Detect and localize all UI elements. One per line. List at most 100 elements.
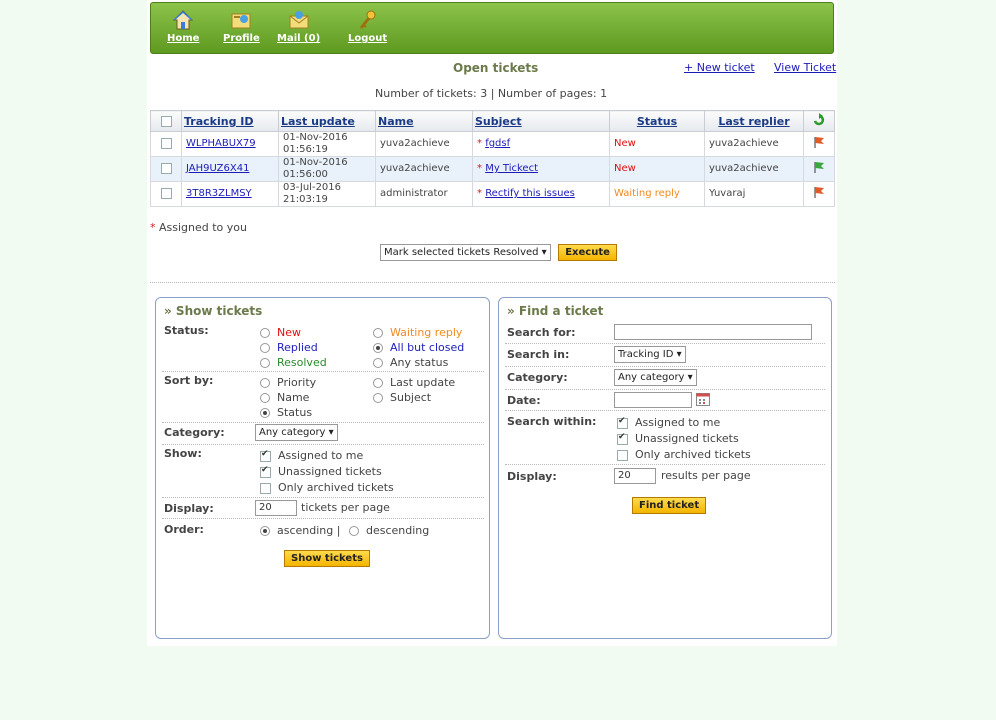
status-all-but-closed-option[interactable]: All but closed <box>373 341 464 354</box>
category-label: Category: <box>164 426 225 439</box>
status-waiting-option[interactable]: Waiting reply <box>373 326 462 339</box>
subject-link[interactable]: My Tickect <box>485 163 538 174</box>
sort-priority-option[interactable]: Priority <box>260 376 316 389</box>
last-update-time: 21:03:19 <box>283 194 328 205</box>
col-name[interactable]: Name <box>375 110 473 132</box>
key-icon <box>359 10 376 29</box>
find-ticket-title: » Find a ticket <box>507 304 604 318</box>
within-unassigned-checkbox[interactable] <box>617 432 628 445</box>
col-last-replier[interactable]: Last replier <box>704 110 804 132</box>
select-all-checkbox[interactable] <box>160 116 172 127</box>
status-new-radio[interactable] <box>260 328 270 338</box>
within-archived-option[interactable]: Only archived tickets <box>617 448 751 461</box>
nav-home[interactable]: Home <box>167 9 199 44</box>
sort-name-radio[interactable] <box>260 393 270 403</box>
col-subject[interactable]: Subject <box>472 110 610 132</box>
col-tracking-id[interactable]: Tracking ID <box>181 110 279 132</box>
view-ticket-link[interactable]: View Ticket <box>774 61 836 74</box>
divider <box>162 371 484 372</box>
category-select[interactable]: Any category ▾ <box>255 424 338 441</box>
sort-last-update-option[interactable]: Last update <box>373 376 455 389</box>
date-input[interactable] <box>614 392 692 408</box>
status-any-option[interactable]: Any status <box>373 356 448 369</box>
row-checkbox[interactable] <box>160 162 172 174</box>
display-count-input[interactable]: 20 <box>255 500 297 516</box>
status-replied-option[interactable]: Replied <box>260 341 318 354</box>
search-in-select[interactable]: Tracking ID ▾ <box>614 346 686 363</box>
show-unassigned-checkbox[interactable] <box>260 465 271 478</box>
sort-last-update-radio[interactable] <box>373 378 383 388</box>
assigned-star: * <box>477 163 482 174</box>
show-assigned-checkbox[interactable] <box>260 449 271 462</box>
nav-mail-label: Mail (0) <box>277 33 321 44</box>
find-display-input[interactable]: 20 <box>614 468 656 484</box>
row-checkbox[interactable] <box>160 187 172 199</box>
col-status[interactable]: Status <box>609 110 705 132</box>
flag-icon <box>814 187 824 198</box>
search-input[interactable] <box>614 324 812 340</box>
nav-mail[interactable]: Mail (0) <box>277 9 320 44</box>
status-resolved-option[interactable]: Resolved <box>260 356 327 369</box>
status-new-option[interactable]: New <box>260 326 301 339</box>
table-row[interactable]: WLPHABUX79 01-Nov-2016 01:56:19 yuva2achi… <box>150 131 835 157</box>
calendar-icon[interactable] <box>696 393 710 406</box>
status-any-radio[interactable] <box>373 358 383 368</box>
within-unassigned-label: Unassigned tickets <box>635 432 739 445</box>
status-waiting-radio[interactable] <box>373 328 383 338</box>
select-all-header[interactable] <box>150 110 182 132</box>
sort-subject-label: Subject <box>390 391 432 404</box>
nav-logout[interactable]: Logout <box>348 9 387 44</box>
table-row[interactable]: 3T8R3ZLMSY 03-Jul-2016 21:03:19 administr… <box>150 181 835 207</box>
bulk-action-select[interactable]: Mark selected tickets Resolved ▾ <box>380 244 551 261</box>
tracking-id-link[interactable]: WLPHABUX79 <box>186 138 256 149</box>
sort-subject-radio[interactable] <box>373 393 383 403</box>
tracking-id-link[interactable]: 3T8R3ZLMSY <box>186 188 252 199</box>
flag-icon <box>814 137 824 148</box>
show-tickets-button[interactable]: Show tickets <box>284 550 370 567</box>
order-asc-radio[interactable] <box>260 526 270 536</box>
last-update-time: 01:56:19 <box>283 144 328 155</box>
search-for-label: Search for: <box>507 326 576 339</box>
divider <box>505 410 825 411</box>
show-assigned-option[interactable]: Assigned to me <box>260 449 363 462</box>
refresh-header[interactable] <box>803 110 835 132</box>
find-ticket-button[interactable]: Find ticket <box>632 497 707 514</box>
divider <box>162 444 484 445</box>
within-unassigned-option[interactable]: Unassigned tickets <box>617 432 739 445</box>
refresh-icon[interactable] <box>812 112 826 127</box>
status-all-but-closed-radio[interactable] <box>373 343 383 353</box>
status-replied-radio[interactable] <box>260 343 270 353</box>
find-category-select[interactable]: Any category ▾ <box>614 369 697 386</box>
divider <box>162 422 484 423</box>
within-assigned-option[interactable]: Assigned to me <box>617 416 720 429</box>
subject-link[interactable]: fgdsf <box>485 138 510 149</box>
order-asc-option[interactable]: ascending | <box>260 524 340 537</box>
display-suffix: tickets per page <box>301 501 390 514</box>
tickets-table: Tracking ID Last update Name Subject Sta… <box>150 110 835 207</box>
col-last-update[interactable]: Last update <box>278 110 376 132</box>
within-archived-checkbox[interactable] <box>617 449 628 461</box>
tracking-id-link[interactable]: JAH9UZ6X41 <box>186 163 249 174</box>
sort-label: Sort by: <box>164 374 214 387</box>
order-desc-option[interactable]: descending <box>349 524 429 537</box>
nav-profile[interactable]: Profile <box>223 9 260 44</box>
sort-subject-option[interactable]: Subject <box>373 391 431 404</box>
new-ticket-link[interactable]: + New ticket <box>684 61 755 74</box>
row-checkbox[interactable] <box>160 137 172 149</box>
subject-link[interactable]: Rectify this issues <box>485 188 575 199</box>
within-assigned-checkbox[interactable] <box>617 416 628 429</box>
sort-status-radio[interactable] <box>260 408 270 418</box>
execute-button[interactable]: Execute <box>558 244 617 261</box>
sort-status-option[interactable]: Status <box>260 406 312 419</box>
show-archived-option[interactable]: Only archived tickets <box>260 481 394 494</box>
show-archived-checkbox[interactable] <box>260 482 271 494</box>
table-row[interactable]: JAH9UZ6X41 01-Nov-2016 01:56:00 yuva2achi… <box>150 156 835 182</box>
status-all-but-closed-label: All but closed <box>390 341 465 354</box>
sort-name-option[interactable]: Name <box>260 391 309 404</box>
sort-priority-radio[interactable] <box>260 378 270 388</box>
last-replier: yuva2achieve <box>704 156 804 182</box>
status-resolved-radio[interactable] <box>260 358 270 368</box>
show-unassigned-option[interactable]: Unassigned tickets <box>260 465 382 478</box>
order-desc-radio[interactable] <box>349 526 359 536</box>
find-ticket-panel: » Find a ticket Search for: Search in: T… <box>498 297 832 639</box>
